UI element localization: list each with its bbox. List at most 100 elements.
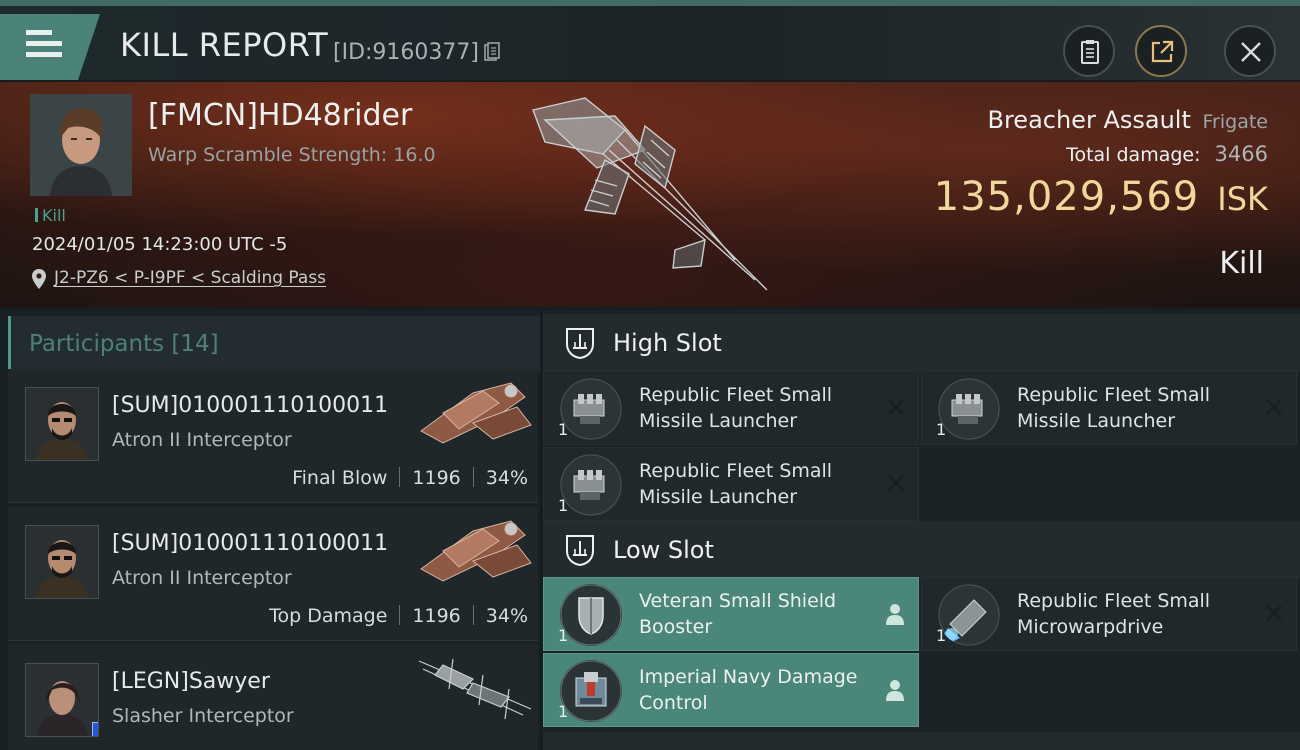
- participant-ship-image: [420, 382, 532, 444]
- isk-value: 135,029,569 ISK: [934, 174, 1268, 220]
- clipboard-button[interactable]: [1063, 25, 1115, 77]
- x-icon[interactable]: [886, 473, 906, 493]
- victim-ship-label: Breacher Assault: [987, 106, 1191, 134]
- victim-ship-name: Breacher Assault Frigate: [988, 106, 1269, 134]
- module-item[interactable]: 1 Republic Fleet Small Missile Launcher: [543, 447, 919, 521]
- participant-stats: Top Damage 1196 34%: [269, 605, 528, 627]
- share-button[interactable]: [1135, 25, 1187, 77]
- avatar[interactable]: [25, 525, 99, 599]
- kill-location[interactable]: J2-PZ6 < P-I9PF < Scalding Pass: [32, 268, 326, 289]
- slot-icon: [566, 535, 594, 567]
- total-damage: Total damage: 3466: [1066, 142, 1268, 166]
- x-icon[interactable]: [1264, 603, 1284, 623]
- total-damage-label: Total damage:: [1066, 144, 1201, 166]
- participants-heading[interactable]: Participants [14]: [8, 316, 540, 372]
- victim-ship-image: [532, 97, 768, 291]
- isk-amount: 135,029,569: [933, 174, 1200, 220]
- menu-button[interactable]: [0, 14, 100, 80]
- missile-launcher-icon: [938, 378, 1000, 440]
- missile-launcher-icon: [560, 454, 622, 516]
- module-item[interactable]: 1 Republic Fleet Small Missile Launcher: [921, 371, 1297, 445]
- kill-datetime: 2024/01/05 14:23:00 UTC -5: [32, 234, 288, 255]
- copy-icon[interactable]: [484, 42, 500, 62]
- participant-ship: Atron II Interceptor: [112, 429, 292, 451]
- participant-role: Final Blow: [292, 467, 388, 489]
- x-icon[interactable]: [1264, 397, 1284, 417]
- damage-control-icon: [560, 660, 622, 722]
- module-item[interactable]: 1 Republic Fleet Small Microwarpdrive: [921, 577, 1297, 651]
- module-quantity: 1: [558, 420, 569, 439]
- clipboard-icon: [1081, 40, 1099, 64]
- pilot-icon: [886, 604, 904, 625]
- slot-icon: [566, 328, 594, 360]
- high-slot-label: High Slot: [613, 329, 722, 357]
- missile-launcher-icon: [560, 378, 622, 440]
- location-pin-icon: [32, 269, 46, 289]
- pilot-icon: [886, 680, 904, 701]
- fitting-panel: High Slot 1 Republic Fleet Small Missile…: [543, 310, 1300, 750]
- kill-type-tag: Kill: [35, 206, 66, 225]
- participant-ship-image: [418, 658, 532, 720]
- participant-avatar-image: [26, 526, 98, 598]
- share-icon: [1151, 40, 1174, 63]
- location-link[interactable]: J2-PZ6 < P-I9PF < Scalding Pass: [54, 268, 326, 288]
- module-name: Republic Fleet Small Missile Launcher: [639, 384, 833, 432]
- module-item[interactable]: 1 Imperial Navy Damage Control: [543, 653, 919, 727]
- participant-row[interactable]: [SUM]010001110100011 Atron II Intercepto…: [8, 507, 538, 641]
- low-slot-label: Low Slot: [613, 536, 714, 564]
- module-name: Republic Fleet Small Microwarpdrive: [1017, 590, 1211, 638]
- top-bar: KILL REPORT [ID:9160377]: [0, 0, 1300, 80]
- module-name: Imperial Navy Damage Control: [639, 666, 858, 714]
- victim-stat-line: Warp Scramble Strength: 16.0: [148, 144, 436, 166]
- isk-unit: ISK: [1217, 180, 1268, 218]
- module-quantity: 1: [936, 420, 947, 439]
- victim-name: [FMCN]HD48rider: [148, 98, 413, 133]
- page-title: KILL REPORT: [120, 26, 329, 64]
- participant-row[interactable]: [SUM]010001110100011 Atron II Intercepto…: [8, 369, 538, 503]
- participants-panel: Participants [14] [SUM]010001110100011 A…: [0, 310, 540, 750]
- avatar[interactable]: [25, 387, 99, 461]
- participant-ship: Atron II Interceptor: [112, 567, 292, 589]
- victim-avatar[interactable]: [30, 94, 132, 196]
- result-label: Kill: [1219, 246, 1264, 281]
- participant-ship: Slasher Interceptor: [112, 705, 294, 727]
- kill-type-label: Kill: [42, 206, 66, 225]
- victim-avatar-image: [30, 94, 132, 196]
- participant-avatar-image: [26, 388, 98, 460]
- module-name: Republic Fleet Small Missile Launcher: [1017, 384, 1211, 432]
- report-id: [ID:9160377]: [333, 40, 479, 65]
- participant-name: [LEGN]Sawyer: [112, 669, 270, 694]
- star-badge-icon: [92, 722, 98, 736]
- participant-stats: Final Blow 1196 34%: [292, 467, 528, 489]
- high-slot-heading: High Slot: [543, 314, 1300, 372]
- shield-booster-icon: [560, 584, 622, 646]
- x-icon[interactable]: [886, 397, 906, 417]
- participant-percent: 34%: [485, 467, 528, 489]
- participant-damage: 1196: [412, 467, 461, 489]
- participant-percent: 34%: [485, 605, 528, 627]
- total-damage-value: 3466: [1214, 142, 1268, 166]
- victim-banner: [FMCN]HD48rider Warp Scramble Strength: …: [0, 82, 1300, 307]
- close-button[interactable]: [1224, 25, 1276, 77]
- module-item[interactable]: 1 Republic Fleet Small Missile Launcher: [543, 371, 919, 445]
- microwarpdrive-icon: [938, 584, 1000, 646]
- module-quantity: 1: [558, 626, 569, 645]
- module-item[interactable]: 1 Veteran Small Shield Booster: [543, 577, 919, 651]
- module-name: Republic Fleet Small Missile Launcher: [639, 460, 833, 508]
- module-quantity: 1: [558, 702, 569, 721]
- low-slot-heading: Low Slot: [543, 521, 1300, 579]
- participant-row[interactable]: [LEGN]Sawyer Slasher Interceptor: [8, 645, 538, 750]
- participant-name: [SUM]010001110100011: [112, 393, 389, 418]
- participant-avatar-image: [26, 664, 98, 736]
- next-slot-heading-partial: [543, 732, 1300, 750]
- participant-role: Top Damage: [269, 605, 388, 627]
- module-quantity: 1: [558, 496, 569, 515]
- module-name: Veteran Small Shield Booster: [639, 590, 837, 638]
- avatar[interactable]: [25, 663, 99, 737]
- module-quantity: 1: [936, 626, 947, 645]
- close-icon: [1241, 42, 1261, 62]
- participant-ship-image: [420, 520, 532, 582]
- participant-name: [SUM]010001110100011: [112, 531, 389, 556]
- menu-icon: [26, 30, 62, 63]
- victim-ship-class: Frigate: [1202, 111, 1268, 133]
